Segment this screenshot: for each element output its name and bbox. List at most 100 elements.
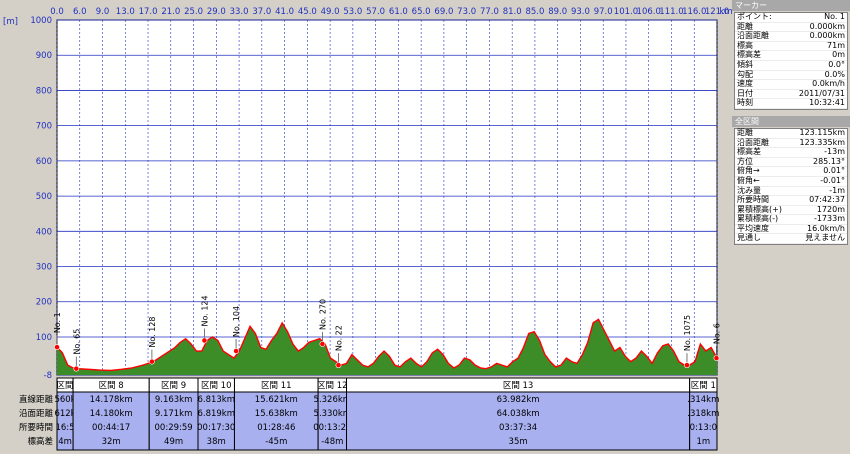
- y-tick-label: 900: [36, 51, 52, 61]
- marker-point: [73, 365, 80, 372]
- section-value: .318km: [687, 409, 719, 419]
- section-name: 区間 9: [161, 381, 186, 391]
- x-tick-label: 69.0: [434, 7, 453, 17]
- marker-point: [684, 362, 690, 369]
- marker-label: No. 124: [200, 295, 209, 326]
- x-tick-label: 101.0: [614, 7, 638, 17]
- info-key: 見通し: [737, 233, 761, 243]
- section-name: 区間 12: [317, 381, 348, 391]
- marker-panel-header: マーカー: [732, 0, 850, 11]
- section-value: 5.326km: [314, 395, 352, 405]
- info-value: 0.01°: [823, 166, 845, 176]
- info-value: 1720m: [816, 204, 845, 214]
- x-tick-label: 37.0: [252, 7, 271, 17]
- x-tick-label: 81.0: [503, 7, 522, 17]
- marker-point: [335, 362, 342, 369]
- section-value: 15.621km: [255, 395, 298, 405]
- info-value: -1m: [829, 185, 845, 195]
- info-value: -13m: [824, 147, 845, 157]
- y-tick-label: 600: [36, 157, 52, 167]
- y-tick-label: 300: [36, 263, 52, 273]
- section-value: 49m: [164, 437, 183, 447]
- elevation-profile-panel[interactable]: 0.0 6.0 9.0 13.0 17.0 21.0 25.0 29.0 33.0 37.0 41.…: [0, 0, 732, 454]
- x-tick-label: 111.0: [659, 7, 683, 17]
- section-value: 03:37:34: [499, 423, 537, 433]
- info-value: 2011/07/31: [798, 88, 845, 98]
- info-row: 時刻 10:32:41: [735, 99, 847, 109]
- x-tick-label: 77.0: [480, 7, 499, 17]
- section-name: 区間 8: [99, 381, 124, 391]
- section-row-label: 沿面距離: [19, 408, 54, 419]
- section-value: 35m: [509, 437, 528, 447]
- x-tick-label: 33.0: [230, 7, 249, 17]
- section-value: 38m: [207, 437, 226, 447]
- section-value: 32m: [102, 437, 121, 447]
- y-tick-label: -8: [44, 371, 52, 381]
- info-key: 勾配: [737, 69, 753, 79]
- section-value: 6.813km: [197, 395, 235, 405]
- section-row-label: 標高差: [27, 436, 53, 447]
- marker-point: [319, 341, 326, 347]
- section-value: 63.982km: [497, 395, 540, 405]
- section-value: -48m: [321, 437, 343, 447]
- section-value: 9.163km: [155, 395, 193, 405]
- info-value: 123.335km: [799, 137, 845, 147]
- info-value: 0.0°: [828, 59, 845, 69]
- marker-label: No. 1: [53, 312, 62, 333]
- y-tick-label: 200: [36, 298, 52, 308]
- section-value: 560k: [54, 395, 75, 405]
- info-key: 距離: [737, 127, 753, 137]
- x-tick-label: 45.0: [298, 7, 317, 17]
- section-value: 64.038km: [497, 409, 540, 419]
- info-key: ポイント:: [737, 12, 772, 21]
- info-key: 沈み量: [737, 185, 761, 195]
- info-value: 0.000km: [809, 21, 845, 31]
- info-key: 標高差: [737, 50, 761, 60]
- section-panel-header: 全区間: [732, 115, 850, 127]
- x-tick-label: 21.0: [161, 7, 180, 17]
- info-value: 10:32:41: [809, 98, 845, 108]
- x-tick-label: 41.0: [275, 7, 294, 17]
- info-key: 速度: [737, 79, 753, 89]
- info-key: 標高差: [737, 147, 761, 157]
- x-tick-label: 106.0: [637, 7, 661, 17]
- y-tick-label: 800: [36, 86, 52, 96]
- section-value: 9.171km: [155, 409, 193, 419]
- section-value: 16:5: [55, 423, 74, 433]
- info-key: 距離: [737, 21, 753, 31]
- info-value: 0.0km/h: [812, 79, 845, 89]
- info-value: 0m: [832, 50, 845, 60]
- section-value: -45m: [265, 437, 287, 447]
- marker-label: No. 128: [148, 317, 157, 348]
- x-tick-label: 93.0: [571, 7, 590, 17]
- x-tick-label: 6.0: [73, 7, 87, 17]
- info-key: 時刻: [737, 98, 753, 108]
- section-value: 1m: [696, 437, 710, 447]
- x-tick-label: 85.0: [525, 7, 544, 17]
- info-value: 見えません: [805, 233, 845, 243]
- info-value: 285.13°: [813, 156, 845, 166]
- info-value: -1733m: [813, 214, 845, 224]
- x-tick-label: 13.0: [116, 7, 135, 17]
- elevation-profile-chart[interactable]: 0.0 6.0 9.0 13.0 17.0 21.0 25.0 29.0 33.0 37.0 41.…: [0, 0, 732, 454]
- x-tick-label: 9.0: [96, 7, 110, 17]
- section-value: 01:28:46: [257, 423, 295, 433]
- info-value: 71m: [827, 40, 845, 50]
- marker-point: [148, 358, 155, 365]
- section-value: 00:13:21: [313, 423, 351, 433]
- info-value: 0.000km: [809, 31, 845, 41]
- y-tick-label: 700: [36, 122, 52, 132]
- info-key: 俯角←: [737, 175, 760, 185]
- x-tick-label: 17.0: [139, 7, 158, 17]
- x-tick-label: 89.0: [548, 7, 567, 17]
- y-axis-label: [m]: [3, 17, 18, 27]
- x-tick-label: 73.0: [457, 7, 476, 17]
- section-value: 00:44:17: [92, 423, 130, 433]
- info-key: 俯角→: [737, 166, 760, 176]
- marker-label: No. 1075: [683, 315, 692, 351]
- y-tick-label: 400: [36, 227, 52, 237]
- x-tick-label: 29.0: [207, 7, 226, 17]
- info-key: 所要時間: [737, 195, 769, 205]
- section-info-table: 距離 123.115km 沿面距離 123.335km 標高差 -13m 方位 285.13°…: [734, 127, 848, 246]
- marker-label: No. 6: [712, 323, 721, 344]
